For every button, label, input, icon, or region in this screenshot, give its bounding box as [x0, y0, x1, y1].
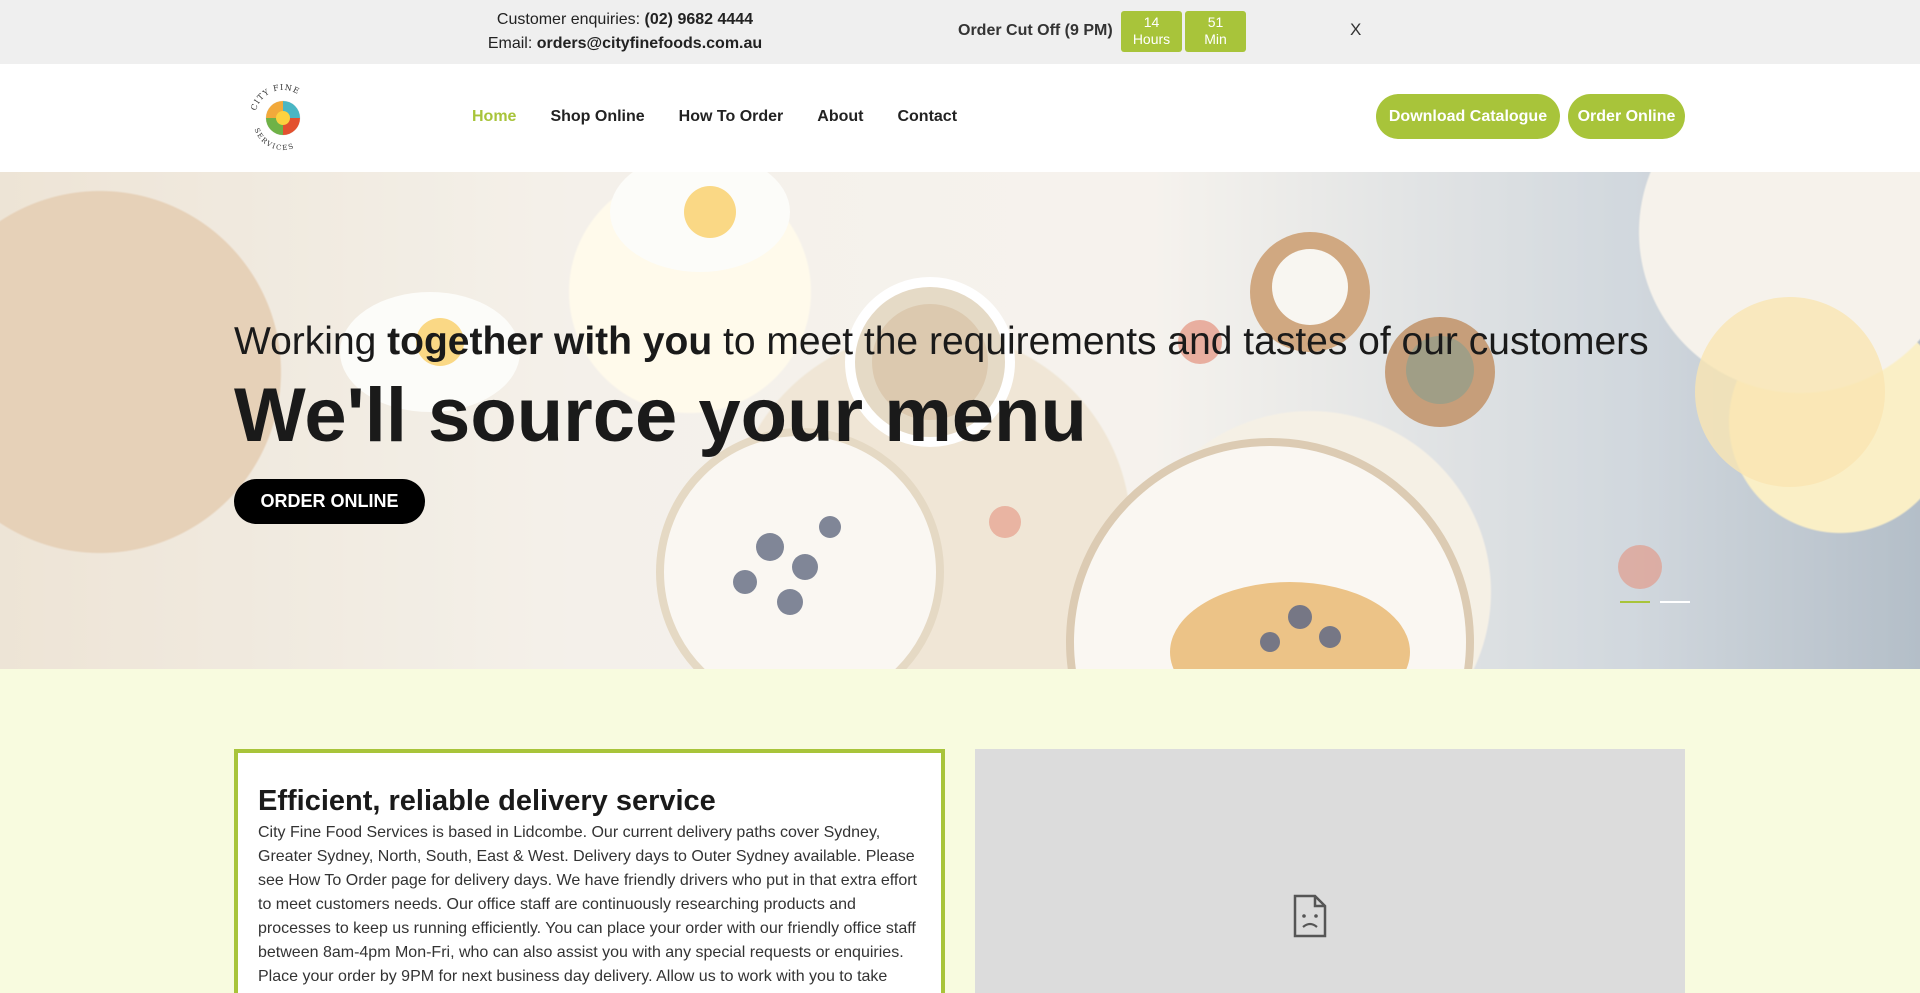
order-cutoff-label: Order Cut Off (9 PM) — [958, 22, 1113, 39]
site-header: CITY FINE SERVICES Home Shop Online How … — [0, 64, 1920, 172]
nav-how-to-order[interactable]: How To Order — [679, 105, 784, 129]
countdown-minutes: 51 Min — [1185, 11, 1246, 52]
enquiries-label: Customer enquiries: — [496, 11, 641, 28]
main-navigation: Home Shop Online How To Order About Cont… — [472, 105, 991, 129]
contact-info: Customer enquiries: (02) 9682 4444 Email… — [440, 8, 810, 56]
delivery-heading: Efficient, reliable delivery service — [258, 785, 716, 817]
slider-dot-1[interactable] — [1620, 601, 1650, 603]
hours-value: 14 — [1143, 14, 1160, 30]
download-catalogue-button[interactable]: Download Catalogue — [1376, 94, 1560, 139]
hours-unit: Hours — [1132, 31, 1171, 47]
email-label: Email: — [487, 35, 533, 52]
phone-number[interactable]: (02) 9682 4444 — [645, 11, 754, 28]
hero-subtitle-post: to meet the requirements and tastes of o… — [712, 320, 1649, 363]
hero-subtitle-pre: Working — [234, 320, 388, 363]
hero-banner: Working together with you to meet the re… — [0, 172, 1920, 669]
delivery-body-text: City Fine Food Services is based in Lidc… — [258, 824, 917, 993]
slider-dot-2[interactable] — [1660, 601, 1690, 603]
minutes-unit: Min — [1204, 31, 1227, 47]
close-bar-button[interactable]: X — [1350, 20, 1361, 40]
hero-subtitle-bold: together with you — [387, 320, 713, 363]
nav-home[interactable]: Home — [472, 105, 516, 129]
email-address[interactable]: orders@cityfinefoods.com.au — [537, 35, 762, 52]
announcement-bar: Customer enquiries: (02) 9682 4444 Email… — [0, 0, 1920, 64]
minutes-value: 51 — [1207, 14, 1224, 30]
hero-order-online-button[interactable]: ORDER ONLINE — [234, 479, 425, 524]
logo-emblem-icon: CITY FINE SERVICES — [249, 83, 300, 152]
broken-file-icon — [1293, 894, 1327, 938]
site-logo[interactable]: CITY FINE SERVICES — [243, 78, 323, 158]
nav-shop-online[interactable]: Shop Online — [550, 105, 644, 129]
hero-title: We'll source your menu — [234, 373, 1087, 458]
countdown-hours: 14 Hours — [1121, 11, 1182, 52]
media-placeholder — [975, 749, 1685, 993]
delivery-section: Efficient, reliable delivery service Cit… — [0, 669, 1920, 993]
order-online-button[interactable]: Order Online — [1568, 94, 1685, 139]
nav-about[interactable]: About — [817, 105, 863, 129]
hero-subtitle: Working together with you to meet the re… — [234, 317, 1649, 367]
slider-pagination — [1620, 601, 1690, 603]
nav-contact[interactable]: Contact — [897, 105, 957, 129]
delivery-info-card: Efficient, reliable delivery service Cit… — [234, 749, 945, 993]
